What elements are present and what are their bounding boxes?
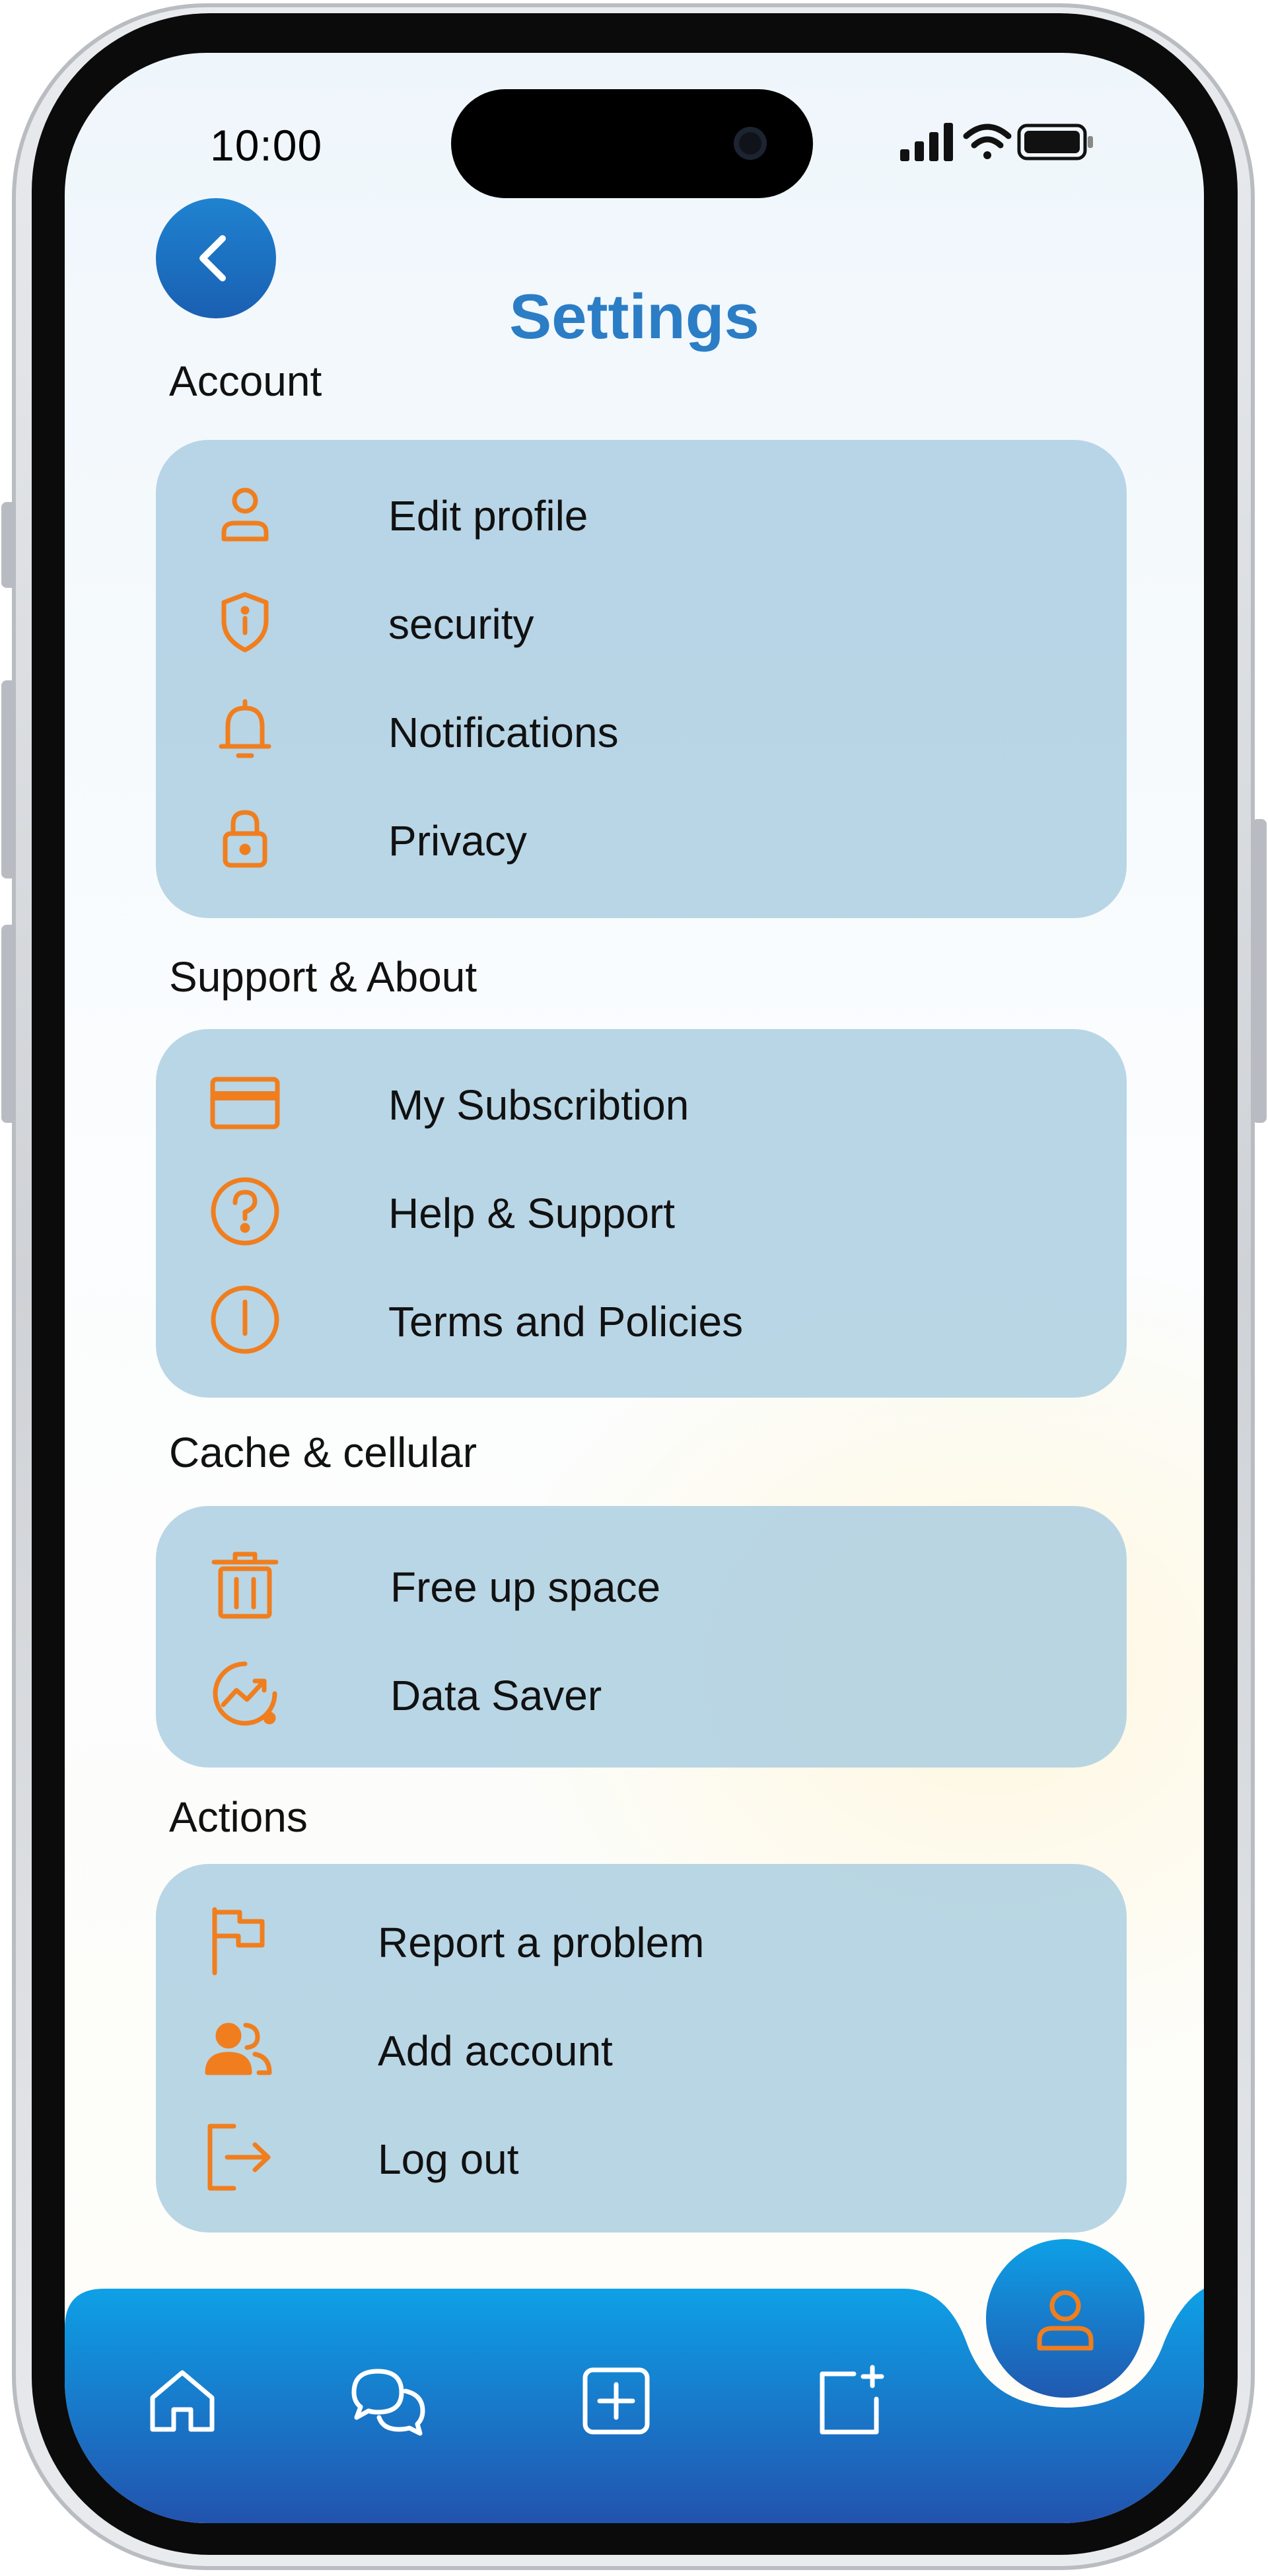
section-title-account: Account <box>169 357 322 405</box>
chart-trend-icon <box>209 1657 281 1730</box>
section-title-support: Support & About <box>169 953 477 1001</box>
credit-card-icon <box>209 1067 281 1139</box>
home-tab[interactable] <box>143 2361 222 2441</box>
settings-item-label: Report a problem <box>378 1919 705 1966</box>
status-icons <box>900 119 1098 165</box>
lock-icon <box>209 803 281 875</box>
signal-icon <box>900 123 953 161</box>
volume-down-button <box>1 925 16 1123</box>
settings-item-label: Data Saver <box>390 1672 602 1719</box>
users-icon <box>202 2013 275 2085</box>
settings-item-subscription[interactable]: My Subscribtion <box>156 1063 1127 1143</box>
settings-item-free-space[interactable]: Free up space <box>156 1546 1127 1625</box>
chat-tab[interactable] <box>349 2361 428 2441</box>
settings-item-label: Log out <box>378 2135 519 2183</box>
trash-icon <box>209 1549 281 1622</box>
info-circle-icon <box>209 1283 281 1356</box>
action-button <box>1 502 16 588</box>
profile-tab-button[interactable] <box>986 2239 1145 2398</box>
power-button <box>1252 819 1267 1123</box>
settings-item-privacy[interactable]: Privacy <box>156 799 1127 878</box>
settings-item-label: security <box>388 600 534 648</box>
settings-item-label: Notifications <box>388 709 619 756</box>
settings-item-add-account[interactable]: Add account <box>156 2009 1127 2089</box>
settings-item-edit-profile[interactable]: Edit profile <box>156 474 1127 554</box>
settings-item-help[interactable]: Help & Support <box>156 1172 1127 1251</box>
settings-item-security[interactable]: security <box>156 583 1127 662</box>
add-square-icon <box>582 2367 650 2435</box>
section-title-actions: Actions <box>169 1793 308 1841</box>
dynamic-island <box>451 89 813 198</box>
section-title-cache: Cache & cellular <box>169 1429 477 1476</box>
support-card: My Subscribtion Help & Support Terms and… <box>156 1029 1127 1398</box>
camera-icon <box>734 127 767 160</box>
user-icon <box>209 478 281 550</box>
home-icon <box>150 2370 215 2432</box>
flag-icon <box>202 1904 275 1977</box>
settings-item-label: Edit profile <box>388 492 588 540</box>
settings-item-label: Help & Support <box>388 1190 676 1237</box>
settings-item-terms[interactable]: Terms and Policies <box>156 1280 1127 1359</box>
page-title: Settings <box>509 281 759 352</box>
profile-icon <box>1037 2290 1094 2351</box>
bell-icon <box>209 694 281 767</box>
logout-icon <box>202 2121 275 2194</box>
status-time: 10:00 <box>210 121 323 170</box>
settings-item-label: Free up space <box>390 1563 661 1611</box>
wifi-icon <box>963 124 1012 159</box>
battery-icon <box>1017 124 1093 161</box>
settings-item-report-problem[interactable]: Report a problem <box>156 1901 1127 1980</box>
account-card: Edit profile security Notifications Priv… <box>156 440 1127 918</box>
chat-icon <box>351 2369 425 2436</box>
volume-up-button <box>1 680 16 878</box>
add-tab[interactable] <box>577 2361 656 2441</box>
help-circle-icon <box>209 1175 281 1248</box>
settings-item-label: Privacy <box>388 817 527 865</box>
actions-card: Report a problem Add account Log out <box>156 1864 1127 2233</box>
settings-item-label: Terms and Policies <box>388 1298 744 1345</box>
screen: 10:00 Settings Account Edit profile secu… <box>65 53 1204 2523</box>
settings-item-label: Add account <box>378 2027 613 2075</box>
cache-card: Free up space Data Saver <box>156 1506 1127 1768</box>
chevron-left-icon <box>199 235 226 281</box>
settings-item-label: My Subscribtion <box>388 1081 689 1129</box>
settings-item-notifications[interactable]: Notifications <box>156 691 1127 770</box>
settings-item-data-saver[interactable]: Data Saver <box>156 1654 1127 1733</box>
settings-item-log-out[interactable]: Log out <box>156 2118 1127 2197</box>
new-post-icon <box>820 2365 884 2435</box>
shield-icon <box>209 586 281 659</box>
new-post-tab[interactable] <box>811 2361 890 2441</box>
